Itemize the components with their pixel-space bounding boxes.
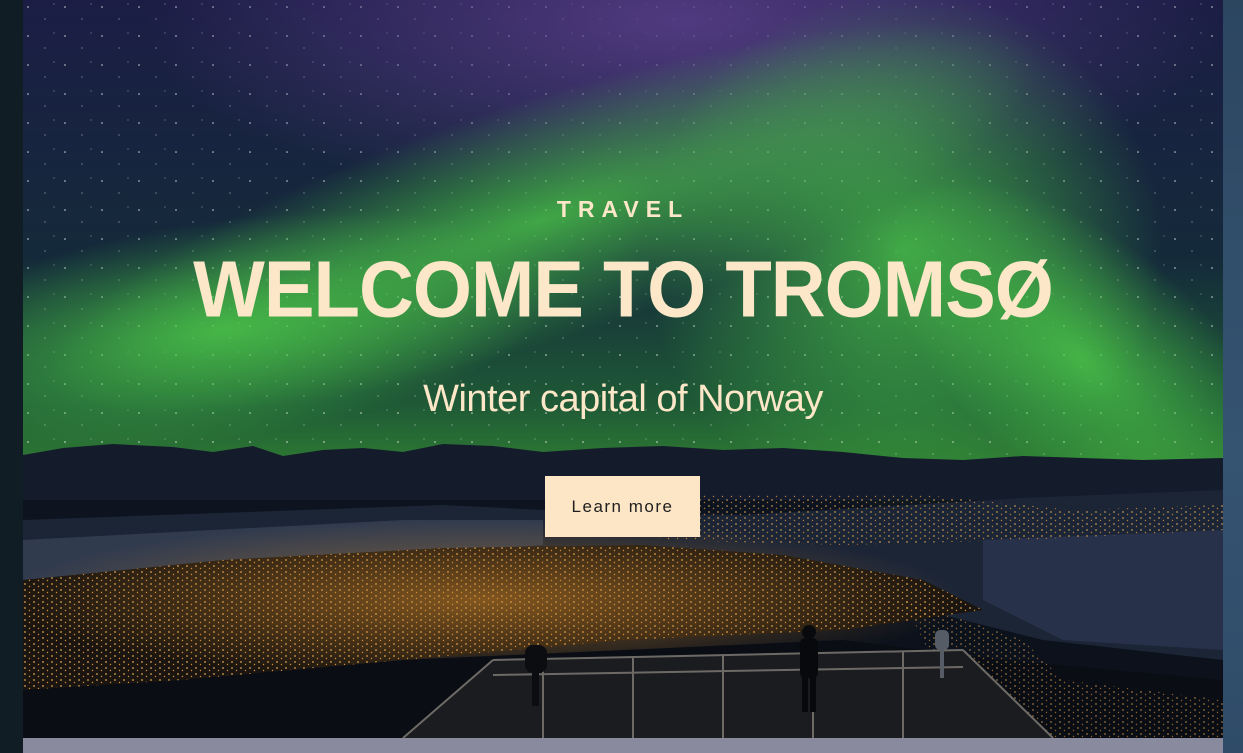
left-rail: [0, 0, 23, 753]
hero-section: TRAVEL WELCOME TO TROMSØ Winter capital …: [23, 0, 1223, 738]
aurora-city-background-image: [23, 0, 1223, 738]
hero-subtitle: Winter capital of Norway: [423, 378, 823, 420]
next-section-strip: [23, 738, 1223, 753]
page: TRAVEL WELCOME TO TROMSØ Winter capital …: [0, 0, 1243, 753]
learn-more-button[interactable]: Learn more: [545, 476, 700, 537]
hero-eyebrow: TRAVEL: [556, 196, 690, 222]
hero-title: WELCOME TO TROMSØ: [193, 244, 1054, 335]
right-rail: [1223, 0, 1243, 753]
